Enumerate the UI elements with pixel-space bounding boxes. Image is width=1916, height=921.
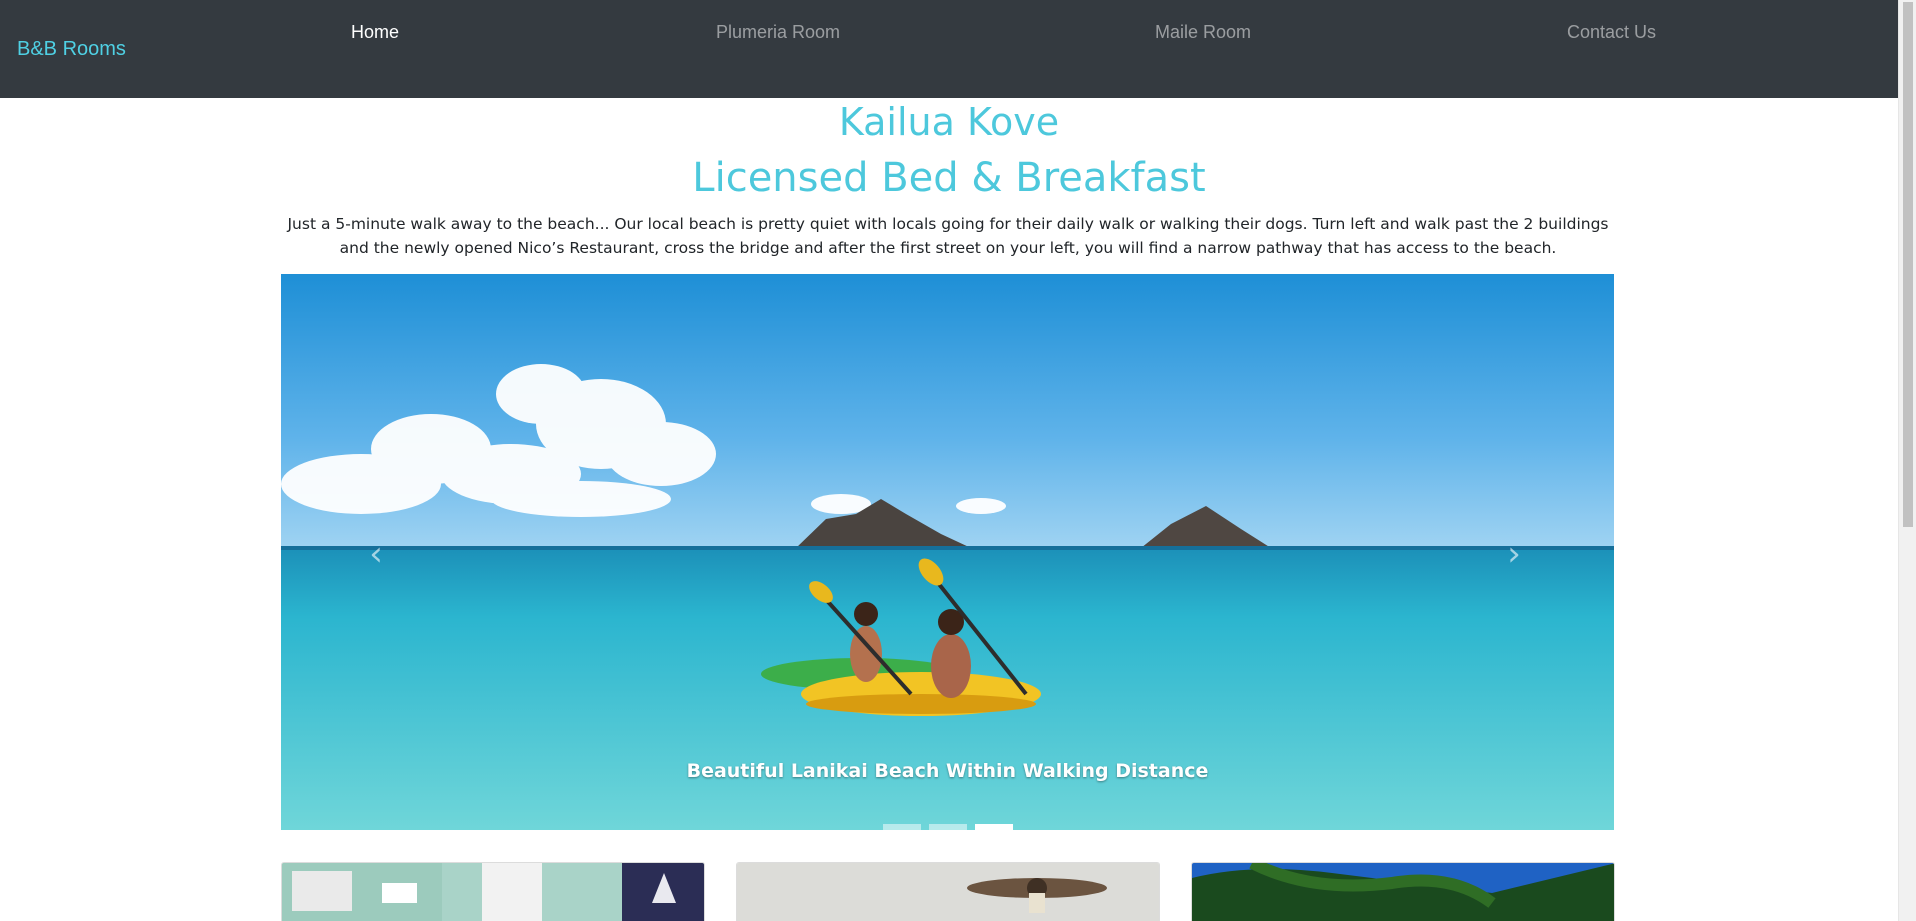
image-carousel: ‹ › Beautiful Lanikai Beach Within Walki…	[281, 274, 1614, 830]
nav-link-maile-room[interactable]: Maile Room	[1155, 22, 1251, 43]
nav-link-home[interactable]: Home	[351, 22, 399, 43]
carousel-next-button[interactable]: ›	[1469, 509, 1559, 599]
brand-link[interactable]: B&B Rooms	[17, 38, 126, 61]
nav-link-contact-us[interactable]: Contact Us	[1567, 22, 1656, 43]
carousel-indicator-2[interactable]	[928, 824, 967, 830]
page-title: Kailua Kove	[838, 100, 1060, 144]
chevron-right-icon: ›	[1507, 534, 1521, 574]
room-card-bedroom[interactable]	[736, 862, 1160, 921]
chevron-left-icon: ‹	[369, 534, 383, 574]
carousel-indicator-1[interactable]	[882, 824, 921, 830]
page-subtitle: Licensed Bed & Breakfast	[692, 155, 1206, 201]
beach-kayak-photo	[281, 274, 1614, 830]
room-card-palms[interactable]	[1191, 862, 1615, 921]
kitchen-photo	[282, 863, 704, 921]
bedroom-photo	[737, 863, 1159, 921]
navbar: B&B Rooms Home Plumeria Room Maile Room …	[0, 0, 1898, 98]
carousel-indicator-3[interactable]	[974, 824, 1013, 830]
room-card-kitchen[interactable]	[281, 862, 705, 921]
carousel-prev-button[interactable]: ‹	[331, 509, 421, 599]
scrollbar-thumb[interactable]	[1903, 2, 1913, 527]
nav-link-plumeria-room[interactable]: Plumeria Room	[716, 22, 840, 43]
intro-paragraph: Just a 5-minute walk away to the beach..…	[287, 215, 1609, 257]
carousel-caption: Beautiful Lanikai Beach Within Walking D…	[686, 760, 1209, 782]
carousel-indicators	[281, 824, 1614, 830]
palm-tree-photo	[1192, 863, 1614, 921]
page-scrollbar[interactable]	[1898, 0, 1916, 921]
